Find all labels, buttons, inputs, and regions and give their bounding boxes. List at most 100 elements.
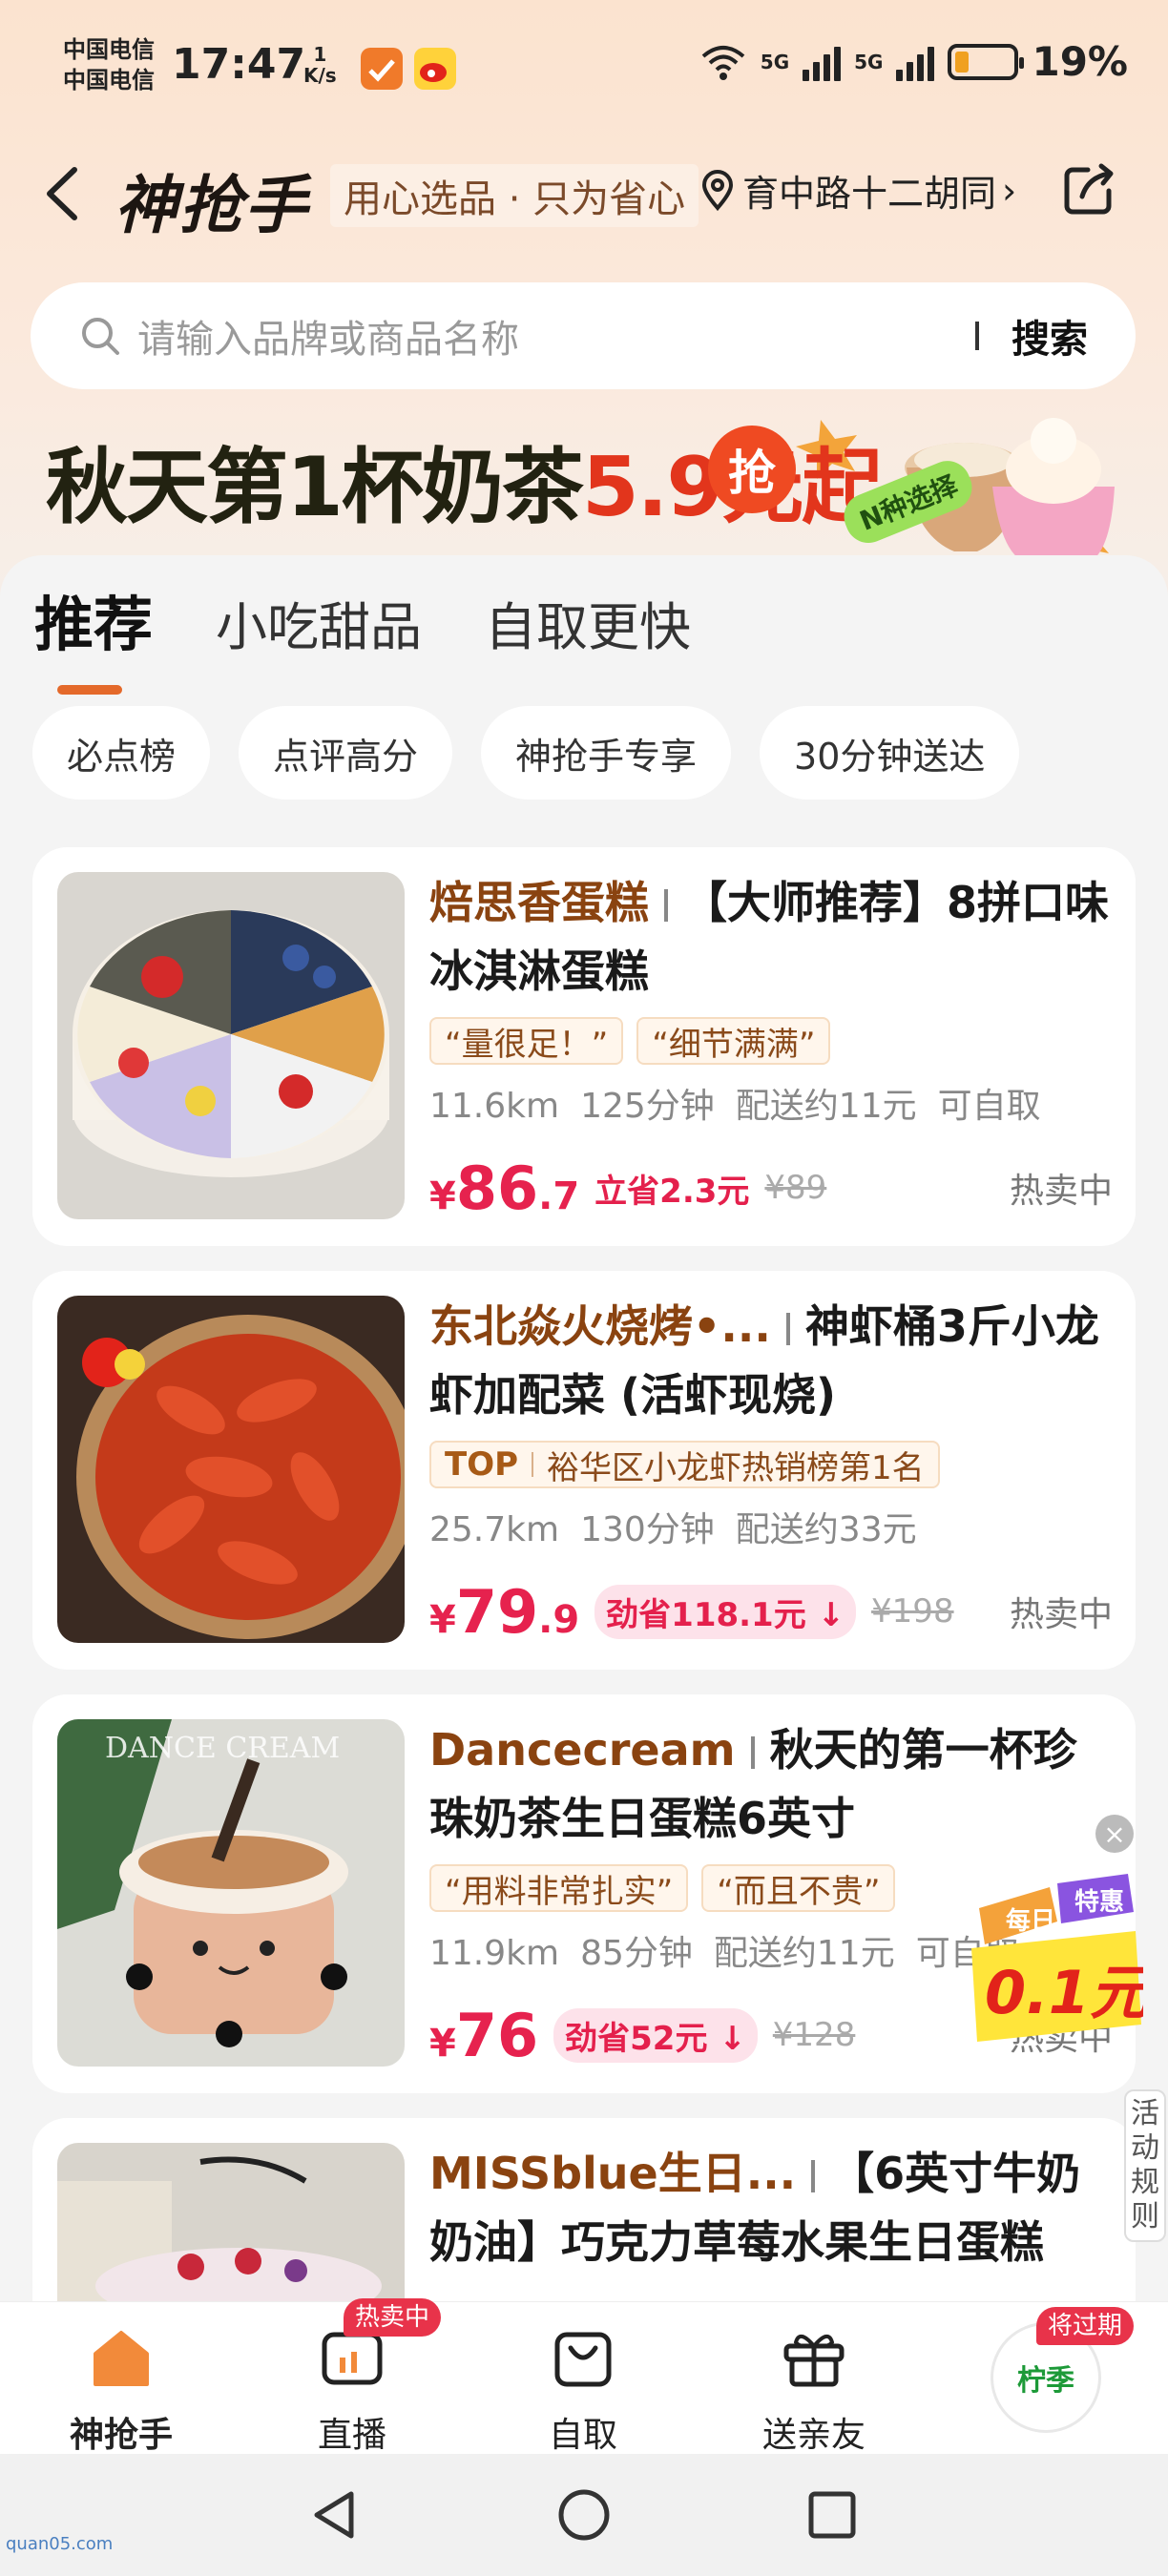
promo-close-button[interactable]: × [1095, 1815, 1134, 1853]
tab-recommend[interactable]: 推荐 [34, 576, 153, 695]
down-arrow-icon: ↓ [817, 1595, 845, 1634]
delivery-fee: 配送约11元 [735, 1087, 917, 1126]
banner-main-text: 秋天第1杯奶茶 [46, 440, 584, 535]
promo-price: 0.1元 [985, 1958, 1143, 2027]
top-ranking-tag[interactable]: TOP 裕华区小龙虾热销榜第1名 [429, 1441, 940, 1488]
chip-30min-delivery[interactable]: 30分钟送达 [760, 706, 1020, 800]
search-button[interactable]: 搜索 [1012, 308, 1088, 364]
review-tag: “用料非常扎实” [429, 1864, 689, 1912]
product-card[interactable]: MISSblue生日... 【6英寸牛奶奶油】巧克力草莓水果生日蛋糕 [32, 2118, 1136, 2301]
price-row: ¥86.7 立省2.3元 ¥89 热卖中 [429, 1153, 1113, 1223]
chip-exclusive[interactable]: 神抢手专享 [481, 706, 732, 800]
app-notification-icon [361, 48, 403, 90]
nav-home-label: 神抢手 [69, 2416, 173, 2455]
expire-badge: 将过期 [1036, 2307, 1135, 2345]
carrier-labels: 中国电信 中国电信 [63, 34, 155, 95]
product-info: MISSblue生日... 【6英寸牛奶奶油】巧克力草莓水果生日蛋糕 [429, 2139, 1113, 2276]
tab-pickup-faster[interactable]: 自取更快 [485, 585, 691, 660]
title-divider [664, 889, 668, 922]
product-card[interactable]: 焙思香蛋糕 【大师推荐】8拼口味冰淇淋蛋糕 “量很足！” “细节满满” 11.6k… [32, 847, 1136, 1246]
product-image-milk-tea-cake[interactable]: DANCE CREAM [57, 1719, 405, 2067]
slogan: 用心选品 · 只为省心 [330, 164, 699, 227]
network-speed: 1 K/s [303, 44, 337, 86]
search-icon [82, 318, 119, 355]
product-image-crayfish[interactable] [57, 1296, 405, 1643]
delivery-meta: 11.6km 125分钟 配送约11元 可自取 [429, 1078, 1113, 1128]
gift-icon [783, 2335, 845, 2387]
signal-1-icon [803, 43, 842, 81]
nav-pickup[interactable]: 自取 [492, 2325, 674, 2457]
product-title[interactable]: MISSblue生日... 【6英寸牛奶奶油】巧克力草莓水果生日蛋糕 [429, 2139, 1113, 2276]
search-bar[interactable]: 请输入品牌或商品名称 搜索 [31, 282, 1136, 389]
shop-name: Dancecream [429, 1724, 736, 1776]
nav-home[interactable]: 神抢手 [31, 2325, 212, 2457]
share-icon[interactable] [1059, 160, 1118, 219]
signal-2-icon [896, 43, 935, 81]
title-divider [785, 1313, 790, 1345]
shop-name: 东北焱火烧烤•... [429, 1300, 771, 1352]
ranking-tags: TOP 裕华区小龙虾热销榜第1名 [429, 1441, 1113, 1488]
speed-unit: K/s [303, 64, 337, 87]
daily-deal-promo[interactable]: 每日 特惠 0.1元 [966, 1864, 1155, 2046]
net-type-2: 5G [854, 50, 884, 73]
speed-value: 1 [313, 43, 327, 66]
savings-text: 劲省118.1元 [606, 1595, 806, 1634]
search-divider [975, 322, 979, 350]
status-bar: 中国电信 中国电信 17:47 1 K/s 5G 5G 19% [0, 0, 1168, 143]
chevron-right-icon: › [1002, 169, 1017, 212]
product-title[interactable]: 焙思香蛋糕 【大师推荐】8拼口味冰淇淋蛋糕 [429, 868, 1113, 1006]
currency-symbol: ¥ [429, 1597, 456, 1642]
watermark: quan05.com [6, 2534, 114, 2554]
lemon-brand: 柠季 [1017, 2364, 1074, 2398]
carrier-1: 中国电信 [63, 36, 155, 63]
review-tags: “量很足！” “细节满满” [429, 1017, 1113, 1065]
system-navigation [0, 2454, 1168, 2576]
system-back-icon[interactable] [307, 2486, 365, 2544]
product-card[interactable]: 东北焱火烧烤•... 神虾桶3斤小龙虾加配菜 (活虾现烧) TOP 裕华区小龙虾热销… [32, 1271, 1136, 1670]
system-home-icon[interactable] [555, 2486, 613, 2544]
location-pin-icon [701, 169, 734, 211]
nav-live-label: 直播 [317, 2416, 386, 2455]
product-image-fruit-cake[interactable] [57, 2143, 405, 2301]
search-input[interactable]: 请输入品牌或商品名称 [137, 308, 975, 364]
grab-badge[interactable]: 抢 [708, 426, 796, 513]
price: ¥79.9 [429, 1577, 579, 1647]
top-ranking-text: 裕华区小龙虾热销榜第1名 [547, 1448, 925, 1487]
review-tag: “而且不贵” [701, 1864, 896, 1912]
delivery-fee: 配送约11元 [713, 1934, 895, 1973]
price-decimal: .9 [538, 1597, 580, 1642]
tab-snacks-desserts[interactable]: 小吃甜品 [216, 585, 422, 660]
original-price: ¥198 [871, 1592, 954, 1631]
status-right: 5G 5G 19% [699, 38, 1128, 85]
product-image-cake-eight-flavors[interactable] [57, 872, 405, 1219]
product-title[interactable]: 东北焱火烧烤•... 神虾桶3斤小龙虾加配菜 (活虾现烧) [429, 1292, 1113, 1429]
weibo-icon [414, 48, 456, 90]
price: ¥76 [429, 2001, 538, 2070]
battery-percent: 19% [1032, 38, 1128, 85]
image-brand-text: DANCE CREAM [105, 1732, 340, 1765]
location-selector[interactable]: 育中路十二胡同 › [699, 164, 1016, 217]
distance: 11.9km [429, 1934, 560, 1973]
activity-rules-button[interactable]: 活动规则 [1124, 2089, 1166, 2242]
status-label: 热卖中 [1009, 1595, 1113, 1634]
chip-must-order[interactable]: 必点榜 [32, 706, 211, 800]
down-arrow-icon: ↓ [719, 2019, 746, 2058]
app-logo: 神抢手 [115, 169, 309, 242]
product-title[interactable]: Dancecream 秋天的第一杯珍珠奶茶生日蛋糕6英寸 [429, 1715, 1113, 1853]
clock: 17:47 [172, 40, 306, 89]
category-tabs: 推荐 小吃甜品 自取更快 [34, 576, 691, 695]
delivery-meta: 25.7km 130分钟 配送约33元 [429, 1502, 1113, 1551]
original-price: ¥128 [772, 2016, 856, 2054]
filter-chips: 必点榜 点评高分 神抢手专享 30分钟送达 [32, 706, 1020, 800]
savings-text: 劲省52元 [565, 2019, 708, 2058]
back-arrow-icon[interactable] [36, 162, 94, 225]
tag-divider [532, 1452, 534, 1477]
system-recents-icon[interactable] [803, 2486, 861, 2544]
distance: 25.7km [429, 1510, 560, 1549]
chip-high-rating[interactable]: 点评高分 [239, 706, 453, 800]
delivery-fee: 配送约33元 [735, 1510, 917, 1549]
delivery-time: 125分钟 [580, 1087, 715, 1126]
nav-gift[interactable]: 送亲友 [723, 2325, 905, 2457]
price-integer: 86 [455, 1153, 539, 1223]
nav-live[interactable]: 直播 [261, 2325, 443, 2457]
